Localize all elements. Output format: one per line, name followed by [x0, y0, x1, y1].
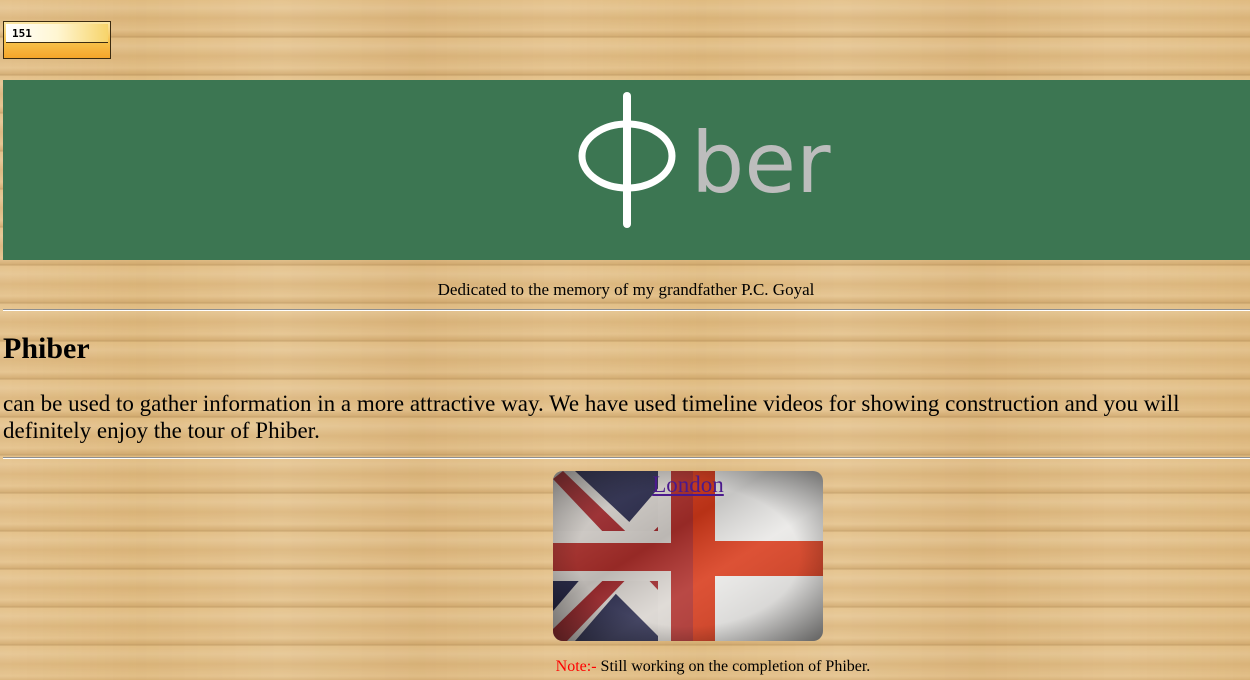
london-link[interactable]: London — [553, 471, 823, 499]
counter-value: 151 — [6, 24, 108, 43]
dedication-text: Dedicated to the memory of my grandfathe… — [437, 280, 815, 299]
intro-paragraph: can be used to gather information in a m… — [3, 391, 1180, 443]
phi-glyph-icon — [578, 92, 676, 228]
header-banner: ber — [3, 80, 1250, 260]
note-text: Still working on the completion of Phibe… — [600, 658, 871, 675]
page-heading: Phiber — [3, 332, 90, 365]
london-card[interactable]: London — [553, 471, 823, 641]
logo-text: ber — [691, 114, 831, 212]
note-label: Note:- — [555, 658, 597, 675]
visitor-counter: 151 — [3, 21, 111, 59]
phiber-logo: ber — [578, 92, 831, 228]
divider — [3, 457, 1250, 459]
status-note: Note:- Still working on the completion o… — [0, 658, 1250, 676]
divider — [3, 309, 1250, 311]
